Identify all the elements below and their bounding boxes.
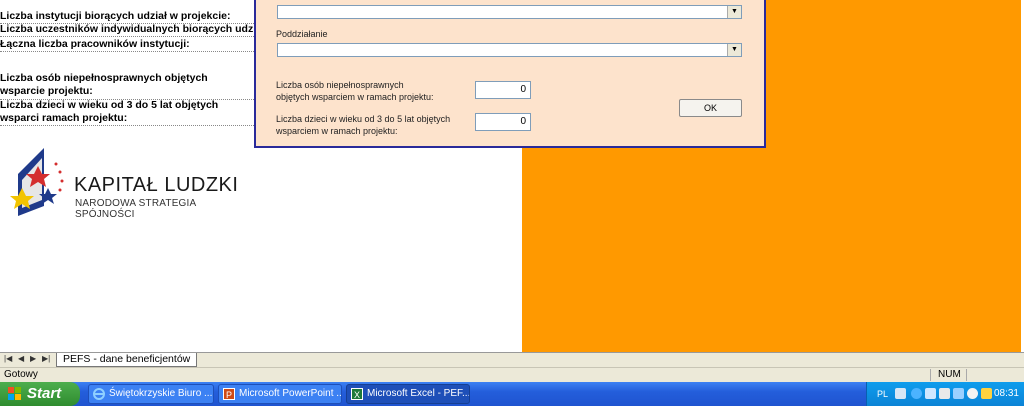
task-label: Świętokrzyskie Biuro ... <box>109 388 213 399</box>
clock[interactable]: 08:31 <box>994 382 1019 406</box>
svg-text:P: P <box>226 390 232 400</box>
language-indicator[interactable]: PL <box>877 382 888 406</box>
task-label: Microsoft Excel - PEF... <box>367 388 470 399</box>
task-label: Microsoft PowerPoint ... <box>239 388 342 399</box>
children-label-line1: Liczba dzieci w wieku od 3 do 5 lat obję… <box>276 114 451 124</box>
disabled-persons-input[interactable]: 0 <box>475 81 531 99</box>
dzialanie-combobox[interactable]: ▼ <box>277 5 742 19</box>
status-bar: Gotowy NUM <box>0 367 1024 383</box>
back-arrow-icon[interactable] <box>911 388 922 399</box>
start-label: Start <box>27 385 62 402</box>
tab-pefs-dane-beneficjentow[interactable]: PEFS - dane beneficjentów <box>56 353 198 367</box>
taskbar-item-browser[interactable]: Świętokrzyskie Biuro ... <box>88 384 214 404</box>
disabled-persons-label-line1: Liczba osób niepełnosprawnych <box>276 80 404 90</box>
ok-button[interactable]: OK <box>679 99 742 117</box>
sheet-row-disabled-persons[interactable]: Liczba osób niepełnosprawnych objętych w… <box>0 72 254 100</box>
status-divider <box>930 369 931 381</box>
disabled-persons-label-line2: objętych wsparciem w ramach projektu: <box>276 92 434 102</box>
sheet-tab-bar: |◀ ◀ ▶ ▶| PEFS - dane beneficjentów <box>0 352 1024 367</box>
system-tray: PL 08:31 <box>866 382 1024 406</box>
windows-logo-icon <box>8 387 21 400</box>
poddzialanie-label: Poddziałanie <box>276 29 328 39</box>
chevron-down-icon[interactable]: ▼ <box>727 44 741 56</box>
data-entry-dialog: ▼ Poddziałanie ▼ Liczba osób niepełnospr… <box>254 0 766 148</box>
first-sheet-icon[interactable]: |◀ <box>4 354 12 363</box>
security-icon[interactable] <box>953 388 964 399</box>
display-icon[interactable] <box>939 388 950 399</box>
network-icon[interactable] <box>925 388 936 399</box>
volume-icon[interactable] <box>967 388 978 399</box>
start-button[interactable]: Start <box>0 382 80 406</box>
status-text: Gotowy <box>4 369 38 380</box>
sheet-row-institutions[interactable]: Liczba instytucji biorących udział w pro… <box>0 10 254 24</box>
status-divider <box>966 369 967 381</box>
last-sheet-icon[interactable]: ▶| <box>42 354 50 363</box>
logo-title: KAPITAŁ LUDZKI <box>74 174 239 196</box>
kapital-ludzki-logo: KAPITAŁ LUDZKI NARODOWA STRATEGIA SPÓJNO… <box>8 144 254 236</box>
keyboard-icon[interactable] <box>895 388 906 399</box>
svg-text:X: X <box>354 390 360 400</box>
num-lock-indicator: NUM <box>938 369 961 380</box>
taskbar-item-powerpoint[interactable]: P Microsoft PowerPoint ... <box>218 384 342 404</box>
taskbar-item-excel[interactable]: X Microsoft Excel - PEF... <box>346 384 470 404</box>
excel-icon: X <box>351 388 363 400</box>
windows-taskbar: Start Świętokrzyskie Biuro ... P Microso… <box>0 382 1024 406</box>
poddzialanie-combobox[interactable]: ▼ <box>277 43 742 57</box>
sheet-row-children[interactable]: Liczba dzieci w wieku od 3 do 5 lat obję… <box>0 99 254 126</box>
eu-stars-emblem-icon <box>10 148 64 216</box>
alert-icon[interactable] <box>981 388 992 399</box>
powerpoint-icon: P <box>223 388 235 400</box>
previous-sheet-icon[interactable]: ◀ <box>18 354 24 363</box>
ie-icon <box>93 388 105 400</box>
sheet-row-total-employees[interactable]: Łączna liczba pracowników instytucji: <box>0 38 254 52</box>
children-input[interactable]: 0 <box>475 113 531 131</box>
logo-subtitle: NARODOWA STRATEGIA SPÓJNOŚCI <box>75 198 196 220</box>
sheet-row-individual-participants[interactable]: Liczba uczestników indywidualnych biorąc… <box>0 23 254 37</box>
chevron-down-icon[interactable]: ▼ <box>727 6 741 18</box>
next-sheet-icon[interactable]: ▶ <box>30 354 36 363</box>
children-label-line2: wsparciem w ramach projektu: <box>276 126 398 136</box>
